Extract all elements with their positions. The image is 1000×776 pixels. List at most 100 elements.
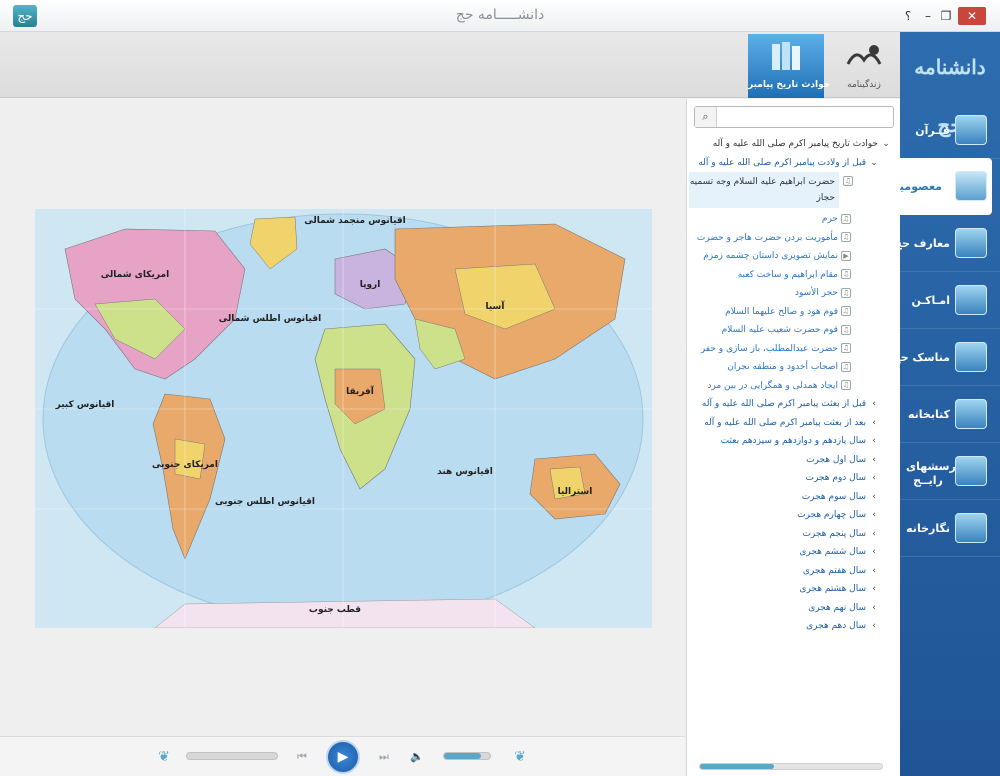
chevron-right-icon[interactable]: › — [869, 488, 879, 506]
tree-item[interactable]: ›سال دهم هجری — [687, 617, 901, 635]
tree-item[interactable]: ♫قوم حضرت شعیب علیه السلام — [687, 321, 901, 339]
tree-item-label: سال سوم هجرت — [801, 491, 866, 502]
biography-icon — [846, 45, 882, 65]
nav-item-library[interactable]: کتابخانه — [900, 386, 1000, 443]
tree-item[interactable]: ›سال نهم هجری — [687, 599, 901, 617]
volume-level — [444, 753, 481, 759]
tree-item-label: سال هشتم هجری — [799, 584, 866, 594]
chevron-down-icon[interactable]: ⌄ — [881, 135, 891, 153]
tab-biography[interactable]: زندگینامه — [826, 34, 902, 98]
tree-item[interactable]: ♫حجر الأسود — [687, 284, 901, 302]
audio-icon: ♫ — [841, 213, 851, 224]
tree-item-label: اصحاب أخدود و منطقه نجران — [727, 362, 838, 372]
tree-item[interactable]: ›سال سوم هجرت — [687, 488, 901, 506]
window-title: دانشـــــامه حج — [455, 7, 545, 23]
tab-prophet-history[interactable]: حوادث تاریخ پیامبر — [748, 34, 830, 98]
tree-item-label: مأموریت بردن حضرت هاجر و حضرت — [696, 232, 838, 243]
volume-slider[interactable] — [443, 752, 491, 760]
topic-tree: ⌄حوادث تاریخ پیامبر اکرم صلی الله علیه و… — [687, 135, 901, 735]
nav-item-masoomin[interactable]: معصومین — [890, 158, 992, 215]
chevron-right-icon[interactable]: › — [869, 506, 879, 524]
tree-item-label: قبل از بعثت پیامبر اکرم صلی الله علیه و … — [701, 399, 866, 409]
play-button[interactable]: ▶ — [326, 740, 360, 774]
search-icon[interactable]: ⌕ — [695, 107, 717, 127]
tree-item-label: حجر الأسود — [794, 288, 838, 298]
nav-item-label: پرسشهای رایــج — [906, 460, 961, 487]
nav-item-places[interactable]: امـاکـن — [900, 272, 1000, 329]
chevron-right-icon[interactable]: › — [869, 543, 879, 561]
chevron-right-icon[interactable]: › — [869, 617, 879, 635]
tree-item-label: قوم حضرت شعیب علیه السلام — [721, 325, 838, 335]
previous-button[interactable]: ⏮ — [292, 747, 312, 767]
tree-item[interactable]: ♫ایجاد همدلی و همگرایی در بین مرد — [687, 377, 901, 395]
audio-icon: ♫ — [841, 361, 851, 372]
chevron-down-icon[interactable]: ⌄ — [869, 154, 879, 172]
search-input[interactable] — [719, 108, 891, 126]
chevron-right-icon[interactable]: › — [869, 414, 879, 432]
tree-item-label: سال هفتم هجری — [802, 565, 866, 576]
minimize-button[interactable]: – — [918, 7, 938, 25]
tree-item[interactable]: ▶نمایش تصویری داستان چشمه زمزم — [687, 247, 901, 265]
nav-item-faq[interactable]: پرسشهای رایــج — [900, 443, 1000, 500]
tree-item[interactable]: ›سال هفتم هجری — [687, 562, 901, 580]
library-icon — [955, 399, 987, 429]
map-label: آسیا — [486, 300, 506, 312]
audio-icon: ♫ — [841, 343, 851, 353]
tree-item[interactable]: ⌄حوادث تاریخ پیامبر اکرم صلی الله علیه و… — [687, 135, 901, 153]
tree-item[interactable]: ♫اصحاب أخدود و منطقه نجران — [687, 358, 901, 376]
tree-item[interactable]: ♫مأموریت بردن حضرت هاجر و حضرت — [687, 229, 901, 247]
nav-item-quran[interactable]: قــرآن — [900, 102, 1000, 159]
nav-item-hajj-knowledge[interactable]: معارف حج — [894, 215, 1000, 272]
restore-button[interactable]: ❐ — [936, 7, 956, 25]
tree-item-label: سال پنجم هجرت — [802, 528, 866, 539]
scroll-thumb[interactable] — [700, 764, 774, 769]
nav-item-label: کتابخانه — [907, 408, 950, 421]
audio-icon: ♫ — [841, 269, 851, 279]
map-label: اقیانوس اطلس جنوبی — [215, 497, 315, 507]
tree-item[interactable]: ›سال اول هجرت — [687, 451, 901, 469]
tree-item[interactable]: ›بعد از بعثت پیامبر اکرم صلی الله علیه و… — [687, 414, 901, 432]
chevron-right-icon[interactable]: › — [869, 451, 879, 469]
tree-item[interactable]: ›سال هشتم هجری — [687, 580, 901, 598]
next-button[interactable]: ⏭ — [374, 747, 394, 767]
tree-item[interactable]: ♫قوم هود و صالح علیهما السلام — [687, 303, 901, 321]
chevron-right-icon[interactable]: › — [869, 580, 879, 598]
nav-item-gallery[interactable]: نگارخانه — [900, 500, 1000, 557]
tree-item[interactable]: ›سال پنجم هجرت — [687, 525, 901, 543]
tree-item[interactable]: ›قبل از بعثت پیامبر اکرم صلی الله علیه و… — [687, 395, 901, 413]
chevron-right-icon[interactable]: › — [869, 562, 879, 580]
tree-item[interactable]: ♫حضرت عبدالمطلب، باز سازی و حفر — [687, 340, 901, 358]
chevron-right-icon[interactable]: › — [869, 525, 879, 543]
tree-item-selected[interactable]: ♫ حضرت ابراهیم علیه السلام وجه تسمیه حجاز — [689, 172, 853, 208]
tree-item[interactable]: ›سال دوم هجرت — [687, 469, 901, 487]
chevron-right-icon[interactable]: › — [869, 599, 879, 617]
tree-item[interactable]: ›سال ششم هجری — [687, 543, 901, 561]
close-button[interactable]: ✕ — [958, 7, 986, 25]
audio-icon: ♫ — [843, 176, 853, 186]
seek-bar[interactable] — [186, 752, 278, 760]
tree-item[interactable]: ♫مقام ابراهیم و ساخت کعبه — [687, 266, 901, 284]
tab-strip: زندگینامه حوادث تاریخ پیامبر — [0, 32, 900, 98]
chevron-right-icon[interactable]: › — [869, 469, 879, 487]
help-button[interactable]: ؟ — [898, 7, 918, 25]
tree-item-label: حضرت عبدالمطلب، باز سازی و حفر — [700, 343, 838, 354]
tree-scrollbar[interactable] — [699, 763, 883, 770]
map-label: اقیانوس اطلس شمالی — [219, 314, 321, 324]
gallery-icon — [955, 513, 987, 543]
chevron-right-icon[interactable]: › — [869, 395, 879, 413]
faq-icon — [955, 456, 987, 486]
tree-item[interactable]: ›سال چهارم هجرت — [687, 506, 901, 524]
nav-item-rituals[interactable]: مناسک حج — [893, 329, 1000, 386]
tree-item[interactable]: ♫حرم — [687, 210, 901, 228]
content-pane: اقیانوس منجمد شمالی امریکای شمالی اقیانو… — [0, 99, 685, 736]
tree-item-label: حضرت ابراهیم علیه السلام وجه تسمیه حجاز — [689, 177, 835, 203]
tree-item-label: سال یازدهم و دوازدهم و سیزدهم بعثت — [720, 436, 866, 446]
ornament-right: ❦ — [514, 749, 526, 765]
tree-item[interactable]: ›سال یازدهم و دوازدهم و سیزدهم بعثت — [687, 432, 901, 450]
tree-item[interactable]: ⌄قبل از ولادت پیامبر اکرم صلی الله علیه … — [687, 154, 901, 172]
tree-item-label: حرم — [821, 214, 838, 224]
chevron-right-icon[interactable]: › — [869, 432, 879, 450]
title-bar: حج دانشـــــامه حج ؟ – ❐ ✕ — [0, 0, 1000, 32]
map-label: اروپا — [360, 280, 381, 290]
tree-item-label: بعد از بعثت پیامبر اکرم صلی الله علیه و … — [704, 417, 866, 428]
